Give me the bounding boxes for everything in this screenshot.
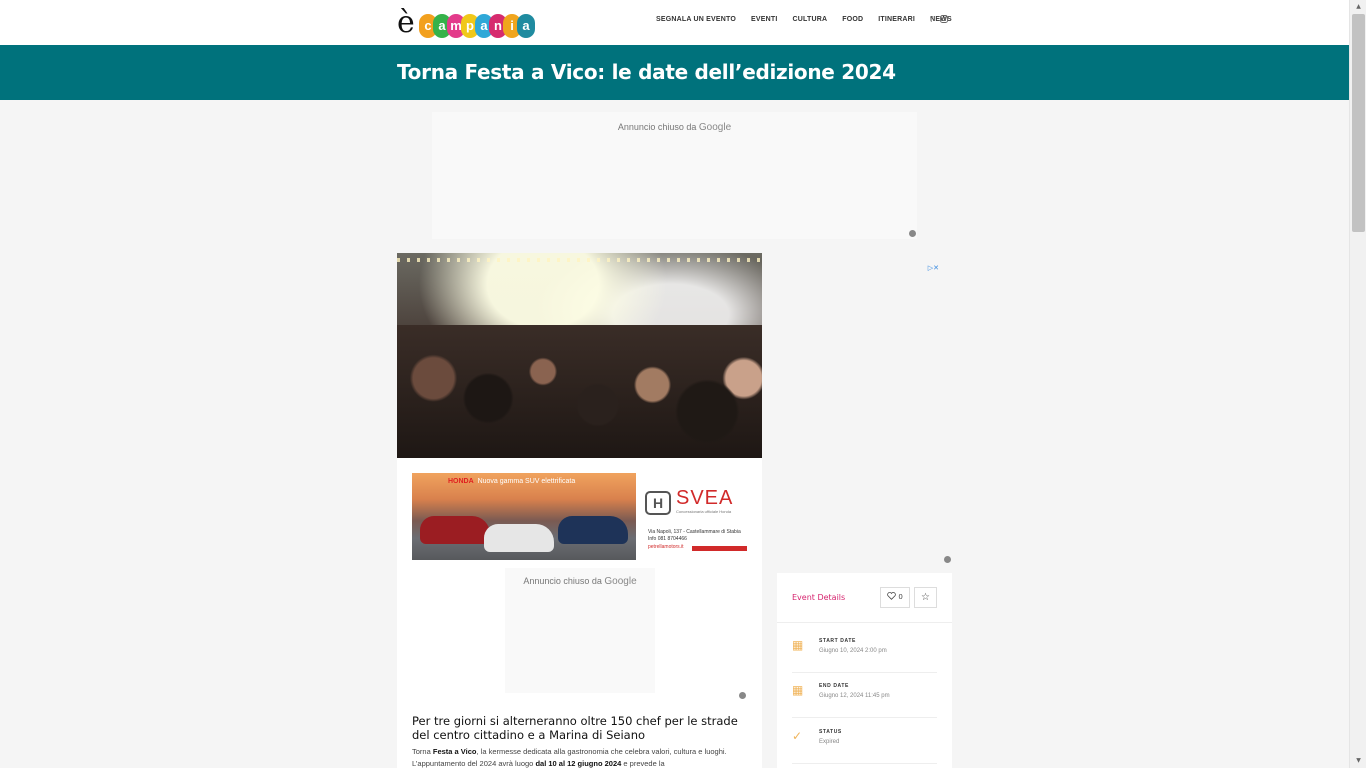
adchoices-icon[interactable]: ▷✕ [928, 264, 939, 272]
site-logo[interactable]: è campania [397, 5, 535, 40]
car-blue [558, 516, 628, 544]
nav-itinerari[interactable]: ITINERARI [878, 16, 915, 23]
event-end-date: ▦ END DATE Giugno 12, 2024 11:45 pm [792, 673, 937, 718]
ad-closed-notice: Annuncio chiuso da Google [617, 122, 732, 133]
article-panel: HONDA Nuova gamma SUV elettrificata H SV… [397, 458, 762, 768]
ad-banner-photo: HONDA Nuova gamma SUV elettrificata [412, 473, 636, 560]
calendar-icon: ▦ [792, 683, 804, 697]
ad-closed-notice: Annuncio chiuso da Google [523, 576, 637, 587]
event-status: ✓ STATUS Expired [792, 719, 937, 764]
scrollbar-thumb[interactable] [1352, 14, 1365, 232]
honda-ad-banner[interactable]: HONDA Nuova gamma SUV elettrificata H SV… [412, 473, 747, 560]
ad-info-icon[interactable] [944, 556, 951, 563]
page-scrollbar[interactable]: ▲ ▼ [1349, 0, 1366, 768]
nav-eventi[interactable]: EVENTI [751, 16, 777, 23]
facebook-icon[interactable]: f [930, 15, 933, 25]
favorite-button[interactable]: ☆ [914, 587, 937, 608]
like-button[interactable]: 0 [880, 587, 910, 608]
site-header: è campania SEGNALA UN EVENTO EVENTI CULT… [0, 0, 1349, 45]
article-body: Torna Festa a Vico, la kermesse dedicata… [412, 747, 727, 768]
honda-logo-icon: H [645, 491, 671, 515]
ad-slot-top: Annuncio chiuso da Google [432, 112, 917, 239]
car-white [484, 524, 554, 552]
scroll-up-arrow-icon[interactable]: ▲ [1350, 0, 1366, 14]
crowd-image [397, 324, 762, 458]
ad-slot-sidebar: ▷✕ [777, 260, 952, 563]
nav-segnala-evento[interactable]: SEGNALA UN EVENTO [656, 16, 736, 23]
title-band: Torna Festa a Vico: le date dell’edizion… [0, 45, 1349, 100]
article-subtitle: Per tre giorni si alterneranno oltre 150… [412, 714, 738, 742]
logo-letter-bubble: a [517, 14, 535, 38]
logo-letter: è [397, 5, 415, 40]
event-hero-image [397, 253, 762, 458]
page-title: Torna Festa a Vico: le date dell’edizion… [397, 60, 896, 84]
check-circle-icon: ✓ [792, 729, 803, 743]
nav-food[interactable]: FOOD [842, 16, 863, 23]
star-icon: ☆ [921, 592, 930, 603]
heart-icon [887, 592, 896, 600]
calendar-icon: ▦ [792, 638, 804, 652]
like-count: 0 [898, 593, 903, 601]
scroll-down-arrow-icon[interactable]: ▼ [1350, 754, 1366, 768]
ad-info-icon[interactable] [739, 692, 746, 699]
car-red [420, 516, 490, 544]
social-links: f [930, 15, 948, 25]
ad-info-icon[interactable] [909, 230, 916, 237]
main-nav: SEGNALA UN EVENTO EVENTI CULTURA FOOD IT… [656, 16, 952, 23]
event-details-label: Event Details [792, 593, 846, 602]
event-start-date: ▦ START DATE Giugno 10, 2024 2:00 pm [792, 628, 937, 673]
nav-cultura[interactable]: CULTURA [793, 16, 828, 23]
svea-logo: SVEA [676, 487, 734, 509]
instagram-icon[interactable] [939, 15, 948, 25]
ad-url: petrellamotors.it [648, 544, 684, 550]
event-details-card: Event Details 0 ☆ ▦ START DATE Giugno 10… [777, 573, 952, 768]
string-lights [397, 258, 762, 262]
ad-slot-inline: Annuncio chiuso da Google [505, 568, 655, 693]
logo-word: campania [419, 14, 535, 38]
